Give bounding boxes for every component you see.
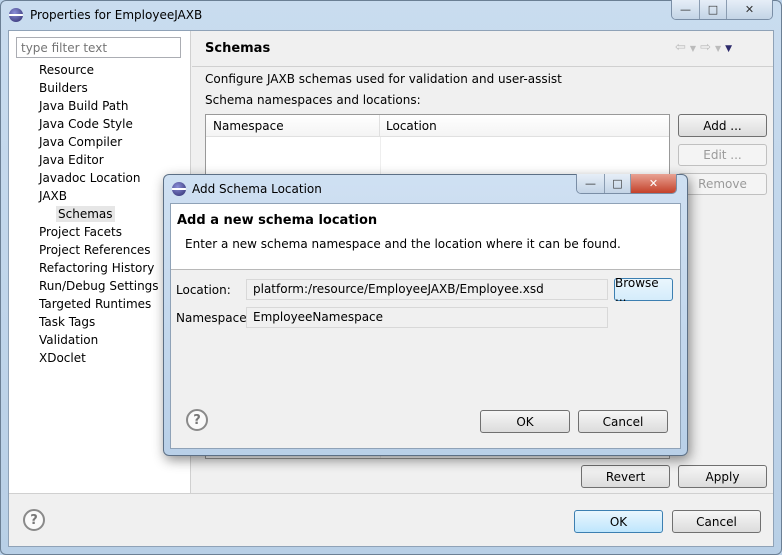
- forward-icon[interactable]: ⇨: [700, 40, 715, 55]
- browse-button[interactable]: Browse ...: [614, 276, 673, 304]
- nav-arrows[interactable]: ⇦▼⇨▼▼: [675, 40, 736, 55]
- help-icon[interactable]: ?: [23, 509, 45, 531]
- table-label: Schema namespaces and locations:: [205, 93, 421, 107]
- back-icon[interactable]: ⇦: [675, 40, 690, 55]
- dialog-message: Enter a new schema namespace and the loc…: [185, 237, 621, 251]
- column-location[interactable]: Location: [380, 115, 669, 136]
- add-button[interactable]: Add ...: [678, 114, 767, 137]
- column-namespace[interactable]: Namespace: [206, 115, 380, 136]
- dialog-cancel-button[interactable]: Cancel: [578, 410, 668, 433]
- window-title: Properties for EmployeeJAXB: [30, 8, 203, 22]
- minimize-button[interactable]: —: [672, 0, 700, 19]
- view-menu-icon[interactable]: ▼: [725, 44, 736, 54]
- namespace-label: Namespace:: [176, 311, 251, 325]
- dialog-eclipse-icon: [172, 182, 186, 196]
- dialog-title: Add Schema Location: [192, 182, 322, 196]
- dialog-maximize-button[interactable]: □: [605, 174, 631, 193]
- tree-item[interactable]: Schemas: [56, 206, 115, 222]
- location-field[interactable]: platform:/resource/EmployeeJAXB/Employee…: [246, 279, 608, 300]
- ok-button[interactable]: OK: [574, 510, 663, 533]
- back-menu-icon[interactable]: ▼: [690, 44, 700, 53]
- apply-button[interactable]: Apply: [678, 465, 767, 488]
- page-title: Schemas: [205, 41, 271, 56]
- page-description: Configure JAXB schemas used for validati…: [205, 72, 562, 86]
- edit-button[interactable]: Edit ...: [678, 144, 767, 166]
- dialog-ok-button[interactable]: OK: [480, 410, 570, 433]
- close-button[interactable]: ✕: [727, 0, 772, 19]
- remove-button[interactable]: Remove: [678, 173, 767, 195]
- header-separator: [192, 66, 773, 67]
- revert-button[interactable]: Revert: [581, 465, 670, 488]
- tree-item[interactable]: Java Editor: [39, 151, 189, 169]
- location-label: Location:: [176, 283, 231, 297]
- cancel-button[interactable]: Cancel: [672, 510, 761, 533]
- footer-separator: [9, 493, 773, 494]
- dialog-minimize-button[interactable]: —: [577, 174, 605, 193]
- filter-input[interactable]: [16, 37, 181, 58]
- dialog-close-button[interactable]: ✕: [631, 174, 676, 193]
- tree-item[interactable]: Java Compiler: [39, 133, 189, 151]
- tree-item[interactable]: Resource: [39, 61, 189, 79]
- forward-menu-icon[interactable]: ▼: [715, 44, 725, 53]
- eclipse-icon: [9, 8, 23, 22]
- tree-item[interactable]: Java Code Style: [39, 115, 189, 133]
- dialog-help-icon[interactable]: ?: [186, 409, 208, 431]
- namespace-field[interactable]: EmployeeNamespace: [246, 307, 608, 328]
- tree-item[interactable]: Builders: [39, 79, 189, 97]
- maximize-button[interactable]: □: [700, 0, 727, 19]
- tree-item[interactable]: Java Build Path: [39, 97, 189, 115]
- dialog-heading: Add a new schema location: [177, 213, 378, 228]
